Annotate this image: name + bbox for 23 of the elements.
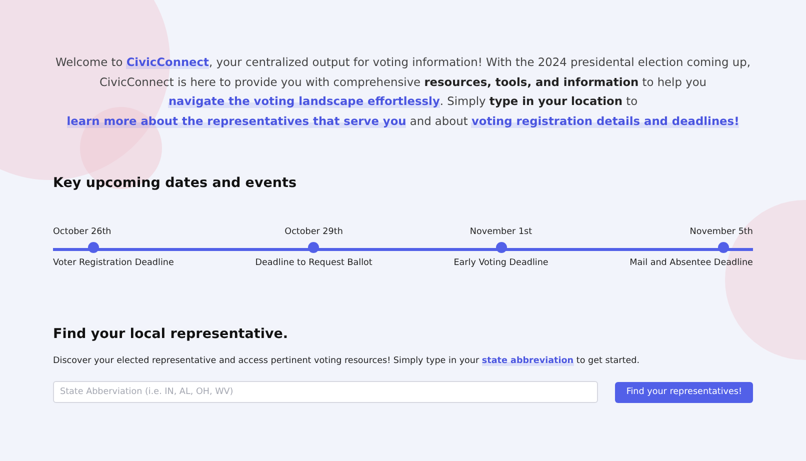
find-representatives-button[interactable]: Find your representatives! xyxy=(615,382,753,402)
event-label: Deadline to Request Ballot xyxy=(255,258,372,268)
text-link[interactable]: CivicConnect xyxy=(126,55,209,69)
timeline-dot xyxy=(718,242,729,253)
event-date: November 5th xyxy=(690,227,753,237)
intro-paragraph: Welcome to CivicConnect, your centralized output for voting information! With the 2024 presidental election coming up, CivicConnect is here to provide you with comprehensive resources, tools, and information to help you navigate the voting landscape effortlessly. Simply type in your location to learn more about the representatives that serve you and about voting registration details and deadlines! xyxy=(54,54,752,130)
timeline-dot xyxy=(88,242,99,253)
event-label: Voter Registration Deadline xyxy=(53,258,174,268)
event-label: Mail and Absentee Deadline xyxy=(630,258,753,268)
text-link[interactable]: voting registration details and deadlines! xyxy=(471,114,740,128)
text-link[interactable]: state abbreviation xyxy=(482,356,574,366)
state-input-field[interactable]: State Abberviation (i.e. IN, AL, OH, WV) xyxy=(53,381,598,403)
timeline-dot xyxy=(308,242,320,253)
description-text: Discover your elected representative and access pertinent voting resources! Simply type in your state abbreviation to get started. xyxy=(53,356,641,366)
event-date: October 29th xyxy=(284,227,343,237)
event-date: November 1st xyxy=(470,227,532,237)
event-date: October 26th xyxy=(53,227,112,237)
section-heading: Key upcoming dates and events xyxy=(53,175,298,191)
timeline-dot xyxy=(496,242,507,253)
text-link[interactable]: learn more about the representatives that serve you xyxy=(66,114,406,128)
event-label: Early Voting Deadline xyxy=(454,258,548,268)
text-link[interactable]: navigate the voting landscape effortlessly xyxy=(168,94,440,108)
section-heading: Find your local representative. xyxy=(53,326,290,342)
